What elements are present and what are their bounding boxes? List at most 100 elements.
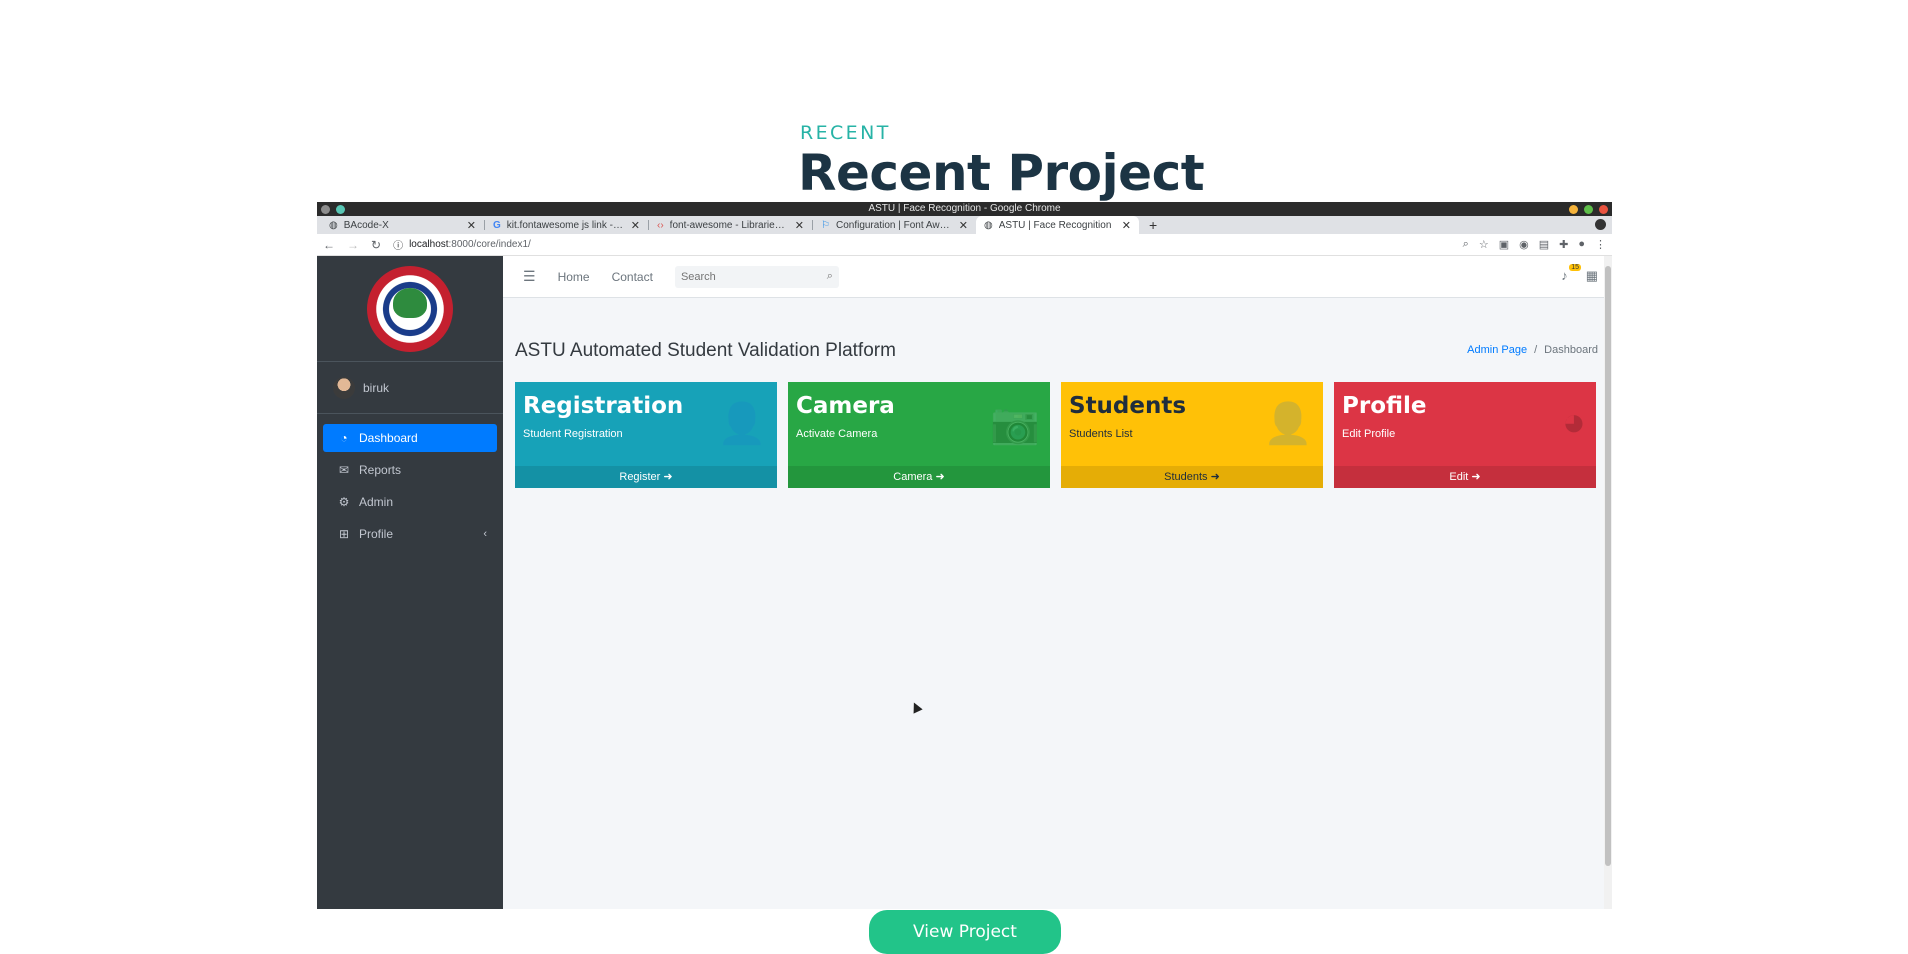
page-title: ASTU Automated Student Validation Platfo…	[515, 340, 896, 361]
card-body: Registration Student Registration 👤	[515, 382, 777, 466]
view-project-button[interactable]: View Project	[869, 910, 1061, 954]
window-controls	[1569, 205, 1608, 214]
toolbar-icons: ⌕ ☆ ▣ ◉ ▤ ✚ ● ⋮	[1463, 238, 1606, 251]
url-host: localhost	[409, 239, 449, 250]
plus-square-icon: ⊞	[338, 527, 350, 541]
arrow-circle-right-icon: ➜	[935, 471, 945, 483]
browser-tab-astu[interactable]: ◍ ASTU | Face Recognition ✕	[976, 216, 1139, 234]
tab-search-icon[interactable]	[1595, 219, 1606, 230]
search-icon[interactable]: ⌕	[827, 270, 833, 283]
bell-icon: ♪	[1561, 268, 1568, 283]
search-box: ⌕	[674, 265, 839, 288]
sidebar-item-label: Profile	[359, 527, 394, 541]
forward-icon[interactable]: →	[347, 238, 359, 252]
sidebar-item-dashboard[interactable]: ◔ Dashboard	[323, 424, 497, 452]
browser-tab-fontawesome[interactable]: ⚐ Configuration | Font Aweso ✕	[813, 216, 976, 234]
card-body: Camera Activate Camera 📷	[788, 382, 1050, 466]
nav-home-link[interactable]: Home	[558, 270, 590, 284]
zoom-icon[interactable]: ⌕	[1463, 238, 1469, 251]
bookmark-star-icon[interactable]: ☆	[1479, 238, 1489, 251]
app-icon	[321, 205, 330, 214]
brand-logo-area[interactable]	[317, 256, 503, 362]
sidebar-item-reports[interactable]: ✉ Reports	[323, 456, 497, 484]
navbar-right: ♪ 15 ▦	[1561, 264, 1598, 284]
search-input[interactable]	[680, 270, 827, 283]
globe-icon: ◍	[984, 219, 993, 231]
tab-label: BAcode-X	[343, 219, 389, 231]
close-tab-icon[interactable]: ✕	[631, 219, 640, 232]
hamburger-icon[interactable]: ☰	[523, 268, 536, 285]
url-field[interactable]: ⓘ localhost:8000/core/index1/	[393, 237, 1451, 252]
extension-icon[interactable]: ◉	[1519, 238, 1529, 251]
sidebar-item-label: Reports	[359, 463, 402, 477]
dashboard-icon: ◔	[340, 431, 348, 445]
code-icon: ‹›	[657, 219, 664, 231]
apps-grid-icon[interactable]: ▦	[1586, 268, 1598, 284]
camera-icon: 📷	[990, 402, 1040, 446]
url-path: :8000/core/index1/	[448, 239, 531, 250]
students-link[interactable]: Students ➜	[1061, 466, 1323, 488]
kebab-menu-icon[interactable]: ⋮	[1595, 238, 1606, 251]
reload-icon[interactable]: ↻	[371, 238, 381, 252]
puzzle-icon[interactable]: ✚	[1559, 238, 1568, 251]
students-card: Students Students List 👤 Students ➜	[1061, 382, 1323, 488]
registration-card: Registration Student Registration 👤 Regi…	[515, 382, 777, 488]
university-logo	[367, 265, 453, 352]
profile-card: Profile Edit Profile ◕ Edit ➜	[1334, 382, 1596, 488]
chevron-left-icon: ‹	[483, 528, 487, 540]
profile-icon[interactable]: ●	[1578, 238, 1585, 251]
google-icon: G	[493, 219, 501, 231]
user-gear-icon: ⚙	[338, 495, 350, 509]
browser-tab-google[interactable]: G kit.fontawesome js link - Go ✕	[485, 216, 648, 234]
notification-badge: 15	[1569, 264, 1581, 271]
browser-tab-cdnjs[interactable]: ‹› font-awesome - Libraries - c ✕	[649, 216, 812, 234]
main-content: ☰ Home Contact ⌕ ♪ 15 ▦ ASTU Automated S…	[503, 256, 1612, 909]
section-title: Recent Project	[798, 144, 1205, 202]
card-footer-label: Edit	[1449, 471, 1469, 483]
arrow-circle-right-icon: ➜	[663, 471, 673, 483]
window-menu-icon[interactable]	[336, 205, 345, 214]
close-tab-icon[interactable]: ✕	[959, 219, 968, 232]
close-tab-icon[interactable]: ✕	[467, 219, 476, 232]
card-body: Profile Edit Profile ◕	[1334, 382, 1596, 466]
register-link[interactable]: Register ➜	[515, 466, 777, 488]
breadcrumb-admin-link[interactable]: Admin Page	[1467, 344, 1527, 356]
scroll-thumb[interactable]	[1605, 266, 1611, 866]
close-tab-icon[interactable]: ✕	[1122, 219, 1131, 232]
titlebar-left-icons	[321, 205, 345, 214]
browser-window: ASTU | Face Recognition - Google Chrome …	[317, 202, 1612, 909]
camera-link[interactable]: Camera ➜	[788, 466, 1050, 488]
sidebar-item-label: Admin	[359, 495, 394, 509]
page-scrollbar[interactable]	[1604, 256, 1612, 909]
close-window-icon[interactable]	[1599, 205, 1608, 214]
arrow-circle-right-icon: ➜	[1210, 471, 1220, 483]
arrow-circle-right-icon: ➜	[1471, 471, 1481, 483]
minimize-icon[interactable]	[1569, 205, 1578, 214]
section-eyebrow: RECENT	[800, 122, 891, 144]
notifications-button[interactable]: ♪ 15	[1561, 264, 1581, 284]
card-footer-label: Register	[619, 471, 661, 483]
extension-icon[interactable]: ▤	[1539, 238, 1549, 251]
maximize-icon[interactable]	[1584, 205, 1593, 214]
avatar	[333, 376, 355, 399]
user-panel[interactable]: biruk	[317, 362, 503, 414]
user-icon: 👤	[1263, 402, 1313, 446]
sidebar-menu: ◔ Dashboard ✉ Reports ⚙ Admin ⊞ Profile …	[317, 414, 503, 548]
tab-label: Configuration | Font Aweso	[835, 219, 953, 231]
back-icon[interactable]: ←	[323, 238, 335, 252]
window-title: ASTU | Face Recognition - Google Chrome	[868, 203, 1061, 214]
sidebar-item-admin[interactable]: ⚙ Admin	[323, 488, 497, 516]
browser-tab-bacode[interactable]: ◍ BAcode-X ✕	[321, 216, 484, 234]
sidebar-item-profile[interactable]: ⊞ Profile ‹	[323, 520, 497, 548]
nav-contact-link[interactable]: Contact	[612, 270, 653, 284]
card-footer-label: Camera	[893, 471, 933, 483]
close-tab-icon[interactable]: ✕	[795, 219, 804, 232]
tab-label: kit.fontawesome js link - Go	[506, 219, 625, 231]
tab-label: ASTU | Face Recognition	[998, 219, 1112, 231]
new-tab-button[interactable]: +	[1149, 217, 1157, 233]
logo-tree	[393, 287, 427, 318]
card-body: Students Students List 👤	[1061, 382, 1323, 466]
address-bar: ← → ↻ ⓘ localhost:8000/core/index1/ ⌕ ☆ …	[317, 234, 1612, 256]
extension-icon[interactable]: ▣	[1499, 238, 1509, 251]
edit-profile-link[interactable]: Edit ➜	[1334, 466, 1596, 488]
